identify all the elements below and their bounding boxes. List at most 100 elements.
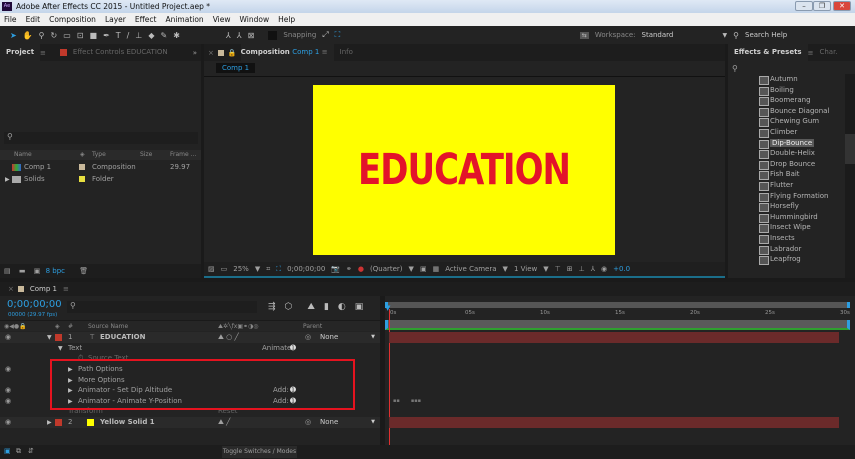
transparency-grid-icon[interactable]: ▦ [433,261,440,277]
pickwhip-icon[interactable]: ◎ [305,417,311,428]
monitor-icon[interactable]: ▭ [221,261,228,277]
effect-preset-item[interactable]: Drop Bounce [728,159,845,170]
exposure-value[interactable]: +0.0 [613,261,630,277]
tab-info[interactable]: Info [334,44,359,61]
effect-preset-item[interactable]: Dip-Bounce [728,138,845,149]
fast-previews-icon[interactable]: ⊞ [567,261,573,277]
project-item-comp[interactable]: Comp 1 Composition 29.97 [0,162,190,173]
new-folder-icon[interactable]: ▬ [19,267,26,275]
project-item-solids[interactable]: ▶ Solids Folder [0,174,190,185]
chevron-down-icon[interactable]: ▼ [255,261,260,277]
layer-row-education[interactable]: ◉ ▼ 1 T EDUCATION ⛰ ○ ╱ ◎ None ▼ [0,332,380,343]
menu-layer[interactable]: Layer [105,13,126,26]
pickwhip-icon[interactable]: ◎ [305,332,311,343]
timeline-current-time[interactable]: 0;00;00;00 [7,299,62,310]
close-tab-icon[interactable]: × [0,285,18,293]
resolution-select[interactable]: (Quarter) [370,261,403,277]
transfer-controls-toggle-icon[interactable]: ⧉ [16,447,21,456]
effect-preset-item[interactable]: Double-Helix [728,148,845,159]
exposure-reset-icon[interactable]: ◉ [601,261,607,277]
work-area-bar[interactable] [385,320,850,330]
layer-name[interactable]: EDUCATION [100,332,145,343]
frame-blending-icon[interactable]: ▮ [324,302,329,312]
view-layout-select[interactable]: 1 View [514,261,537,277]
in-out-toggle-icon[interactable]: ⇵ [28,447,34,455]
parent-select[interactable]: None ▼ [320,332,375,343]
chevron-down-icon[interactable]: ▼ [543,261,548,277]
column-source-name[interactable]: Source Name [88,321,128,332]
pan-behind-tool-icon[interactable]: ⊡ [77,31,84,40]
camera-select[interactable]: Active Camera [445,261,496,277]
column-name[interactable]: Name [14,150,32,160]
close-button[interactable]: ✕ [833,1,851,11]
axis-local-icon[interactable]: ⅄ [226,31,231,40]
roto-brush-tool-icon[interactable]: ✎ [160,31,167,40]
graph-editor-icon[interactable]: ▣ [355,302,364,312]
menu-animation[interactable]: Animation [165,13,203,26]
label-color[interactable] [55,334,62,341]
chevron-down-icon[interactable]: ▼ [723,32,728,39]
effect-preset-item[interactable]: Flutter [728,180,845,191]
collapse-triangle-icon[interactable]: ▼ [47,332,52,343]
selection-tool-icon[interactable]: ➤ [10,31,17,40]
effect-preset-item[interactable]: Flying Formation [728,191,845,202]
tab-effect-controls[interactable]: Effect Controls EDUCATION [67,44,174,61]
shy-switch-icon[interactable]: ⛰ ╱ [218,417,230,428]
maximize-button[interactable]: ❐ [813,1,831,11]
new-composition-icon[interactable]: ▣ [34,267,41,275]
composition-mini-flowchart-icon[interactable]: ⇶ [268,302,276,312]
effect-preset-item[interactable]: Chewing Gum [728,116,845,127]
layer-bar-yellow-solid[interactable] [389,417,839,428]
chevron-down-icon[interactable]: ▼ [503,261,508,277]
column-size[interactable]: Size [140,150,152,160]
tab-comp-1[interactable]: Comp 1 [24,281,63,298]
effect-preset-item[interactable]: Boomerang [728,95,845,106]
column-parent[interactable]: Parent [303,321,322,332]
flowchart-icon[interactable]: ⅄ [591,261,595,277]
search-help-input[interactable]: Search Help [745,31,855,39]
menu-effect[interactable]: Effect [135,13,157,26]
effect-preset-item[interactable]: Labrador [728,244,845,255]
menu-edit[interactable]: Edit [26,13,41,26]
interpret-footage-icon[interactable]: ▤ [4,267,11,275]
draft-3d-icon[interactable]: ⬡ [285,302,293,312]
panel-menu-icon[interactable]: ≡ [40,49,46,57]
effect-preset-item[interactable]: Horsefly [728,201,845,212]
hand-tool-icon[interactable]: ✋ [23,31,33,40]
column-frame-rate[interactable]: Frame ... [170,150,196,160]
menu-help[interactable]: Help [278,13,295,26]
time-ruler[interactable]: 0s 05s 10s 15s 20s 25s 30s [385,308,850,319]
tab-composition[interactable]: Composition Comp 1 ≡ [240,44,334,61]
tab-character[interactable]: Char. [813,44,843,61]
effect-preset-item[interactable]: Leapfrog [728,254,845,265]
timeline-search-input[interactable]: ⚲ [67,301,257,313]
canvas-text-education[interactable]: EDUCATION [358,145,571,195]
eye-icon[interactable]: ◉ [5,364,11,375]
zoom-tool-icon[interactable]: ⚲ [39,31,45,40]
menu-window[interactable]: Window [240,13,270,26]
comp-breadcrumb[interactable]: Comp 1 [216,63,256,73]
keyframe-markers[interactable]: ▪▪ ▪▪▪ [393,398,421,404]
current-time-indicator[interactable] [389,309,390,449]
eraser-tool-icon[interactable]: ◆ [148,31,154,40]
parent-select[interactable]: None ▼ [320,417,375,428]
timeline-icon[interactable]: ⊥ [579,261,585,277]
panel-menu-icon[interactable]: ≡ [63,285,69,293]
snapping-checkbox[interactable] [268,30,278,40]
effect-preset-item[interactable]: Boiling [728,85,845,96]
snap-edges-icon[interactable]: ⤢ [322,30,328,40]
layer-switches-toggle-icon[interactable]: ▣ [4,447,11,455]
current-time[interactable]: 0;00;00;00 [287,261,325,277]
label-color[interactable] [55,419,62,426]
effect-preset-item[interactable]: Climber [728,127,845,138]
rotate-tool-icon[interactable]: ↻ [51,31,58,40]
always-preview-icon[interactable]: ▨ [208,261,215,277]
sync-settings-icon[interactable]: ⇆ [579,31,589,39]
menu-composition[interactable]: Composition [49,13,96,26]
playhead-icon[interactable]: ▼ [385,304,390,312]
magnification-select[interactable]: 25% [233,261,249,277]
toggle-switches-modes-button[interactable]: Toggle Switches / Modes [222,446,297,458]
close-tab-icon[interactable]: × [204,49,218,57]
trash-icon[interactable]: 🗑 [79,267,88,275]
color-channels-icon[interactable]: ● [358,261,364,277]
